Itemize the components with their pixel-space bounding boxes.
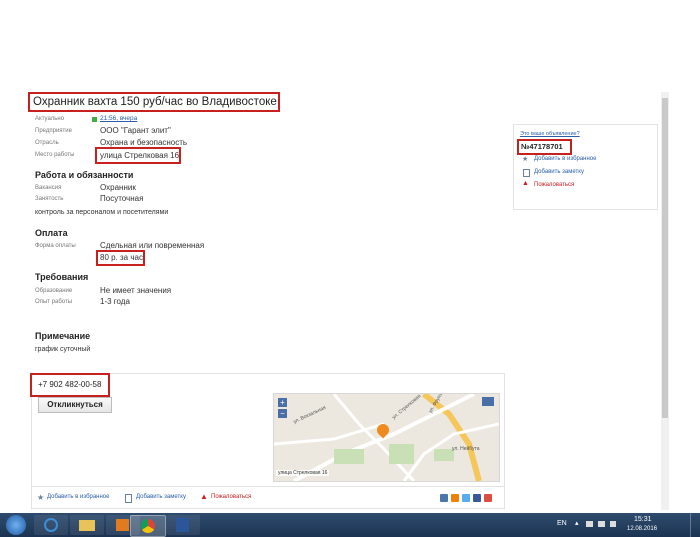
- facebook-share-icon[interactable]: [473, 494, 481, 502]
- note-text: график суточный: [35, 346, 91, 353]
- vk-share-icon[interactable]: [440, 494, 448, 502]
- sidebar-note-icon: [523, 169, 530, 177]
- sidebar-report-link[interactable]: Пожаловаться: [534, 182, 574, 188]
- twitter-share-icon[interactable]: [462, 494, 470, 502]
- education-value: Не имеет значения: [100, 286, 172, 295]
- section-heading-payment: Оплата: [35, 228, 68, 238]
- location-value: улица Стрелковая 16: [100, 151, 180, 160]
- map-street-3: ул. Нейбута: [452, 446, 480, 452]
- location-box: улица Стрелковая 16: [95, 147, 181, 164]
- field-label-experience: Опыт работы: [35, 299, 73, 305]
- payment-form-value: Сдельная или повременная: [100, 241, 205, 250]
- sidebar-add-favorite-link[interactable]: Добавить в избранное: [534, 156, 596, 162]
- section-heading-duties: Работа и обязанности: [35, 170, 134, 180]
- sidebar-add-note-link[interactable]: Добавить заметку: [534, 169, 584, 175]
- employment-value: Посуточная: [100, 194, 144, 203]
- map-address-label: улица Стрелковая 16: [276, 470, 330, 476]
- rate-value: 80 р. за час: [100, 253, 143, 262]
- experience-value: 1-3 года: [100, 297, 130, 306]
- tray-network-icon: [598, 521, 605, 527]
- ad-number-box: №47178701: [517, 139, 572, 155]
- duties-description: контроль за персоналом и посетителями: [35, 209, 169, 216]
- field-label-vacancy: Вакансия: [35, 185, 62, 191]
- footer-report-link[interactable]: Пожаловаться: [211, 494, 251, 500]
- footer-add-note-link[interactable]: Добавить заметку: [136, 494, 186, 500]
- vacancy-value: Охранник: [100, 183, 136, 192]
- footer-add-favorite-link[interactable]: Добавить в избранное: [47, 494, 109, 500]
- field-label-actual: Актуально: [35, 116, 65, 122]
- sidebar-warning-icon: ▲: [522, 180, 529, 187]
- field-label-employment: Занятость: [35, 196, 64, 202]
- phone-number[interactable]: +7 902 482-00-58: [32, 375, 108, 395]
- gplus-share-icon[interactable]: [484, 494, 492, 502]
- scrollbar-thumb[interactable]: [662, 98, 668, 418]
- map-zoom-in-button[interactable]: +: [278, 398, 287, 407]
- field-label-company: Предприятие: [35, 128, 72, 134]
- respond-button[interactable]: Откликнуться: [38, 397, 112, 413]
- clock-date[interactable]: 12.08.2016: [627, 526, 657, 532]
- map-zoom-out-button[interactable]: −: [278, 409, 287, 418]
- updated-time-link[interactable]: 21:56, вчера: [100, 115, 137, 122]
- star-icon: ★: [37, 493, 45, 502]
- phone-box: +7 902 482-00-58: [30, 373, 110, 397]
- ok-share-icon[interactable]: [451, 494, 459, 502]
- job-title-box: Охранник вахта 150 руб/час во Владивосто…: [28, 92, 280, 112]
- start-button-icon[interactable]: [6, 515, 26, 535]
- tray-volume-icon: [610, 521, 616, 527]
- industry-value: Охрана и безопасность: [100, 138, 188, 147]
- tray-flag-icon: [586, 521, 593, 527]
- field-label-industry: Отрасль: [35, 140, 59, 146]
- ie-taskbar-icon[interactable]: [34, 515, 68, 535]
- section-heading-requirements: Требования: [35, 272, 89, 282]
- ad-number: №47178701: [521, 142, 563, 151]
- clock-time[interactable]: 15:31: [634, 516, 652, 523]
- windows-taskbar: EN ▴ 15:31 12.08.2016: [0, 513, 700, 537]
- sidebar-star-icon: ★: [522, 156, 529, 163]
- explorer-taskbar-icon[interactable]: [70, 515, 104, 535]
- chrome-taskbar-icon[interactable]: [130, 515, 166, 537]
- rate-box: 80 р. за час: [96, 250, 145, 266]
- show-desktop-button[interactable]: [690, 513, 700, 537]
- map-fullscreen-button[interactable]: [482, 397, 494, 406]
- section-heading-note: Примечание: [35, 331, 91, 341]
- field-label-education: Образование: [35, 288, 73, 294]
- language-indicator[interactable]: EN: [557, 520, 567, 527]
- map-drawing: [274, 394, 499, 481]
- word-taskbar-icon[interactable]: [166, 515, 200, 535]
- owner-question-link[interactable]: Это ваше объявление?: [520, 131, 580, 137]
- company-value: ООО "Гарант элит": [100, 126, 171, 135]
- page-title: Охранник вахта 150 руб/час во Владивосто…: [33, 96, 277, 108]
- location-map[interactable]: + − ул. Стрелковая ул. Вокзальная ул. Не…: [273, 393, 500, 482]
- field-label-location: Место работы: [35, 152, 75, 158]
- status-indicator-icon: [92, 117, 97, 122]
- field-label-payment-form: Форма оплаты: [35, 243, 76, 249]
- tray-arrow-icon[interactable]: ▴: [575, 519, 579, 527]
- page-scrollbar[interactable]: [661, 92, 669, 510]
- warning-icon: ▲: [200, 492, 208, 501]
- note-icon: [125, 494, 132, 503]
